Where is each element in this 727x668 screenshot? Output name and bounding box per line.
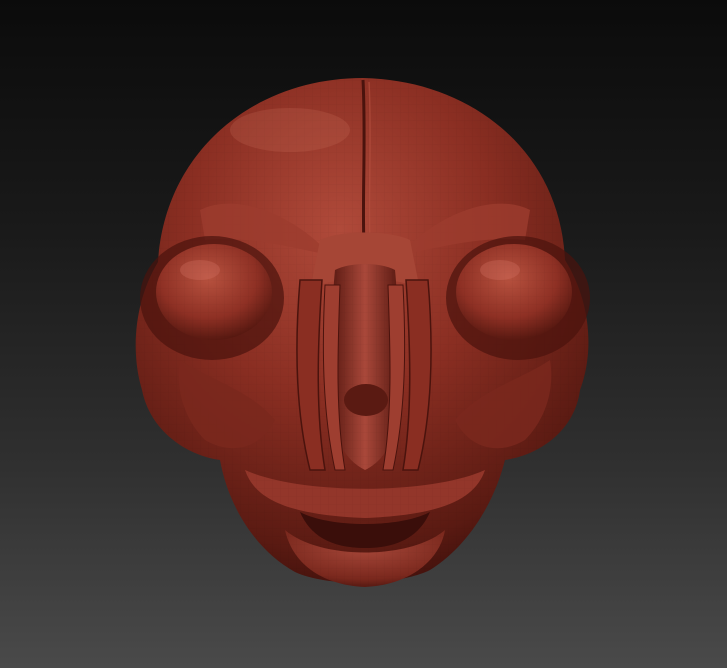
crest-seam — [361, 79, 366, 246]
viewport-canvas[interactable] — [0, 0, 727, 668]
sculpted-head-model — [135, 78, 590, 587]
nostril — [344, 384, 388, 416]
